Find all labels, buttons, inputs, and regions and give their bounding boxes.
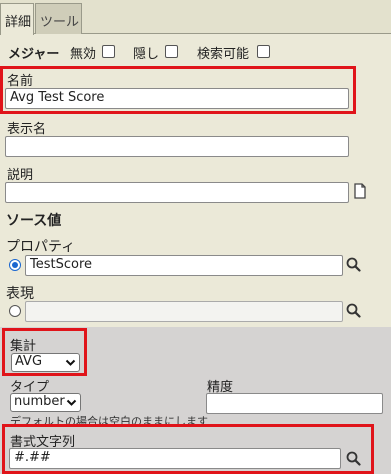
measure-label: メジャー	[8, 47, 60, 62]
expression-label: 表現	[6, 286, 34, 302]
aggregation-selected: AVG	[15, 354, 43, 369]
property-label: プロパティ	[6, 239, 76, 255]
hidden-label: 隠し	[133, 47, 160, 62]
disabled-checkbox[interactable]	[102, 45, 115, 58]
tab-tools[interactable]: ツール	[35, 3, 82, 34]
format-search-icon[interactable]	[346, 451, 361, 466]
expression-search-icon[interactable]	[346, 303, 361, 318]
precision-input[interactable]	[206, 393, 383, 414]
property-radio[interactable]	[9, 259, 21, 271]
property-search-icon[interactable]	[346, 257, 361, 272]
tab-details[interactable]: 詳細	[0, 3, 34, 35]
aggregation-label: 集計	[10, 339, 37, 354]
expression-input[interactable]	[25, 301, 343, 322]
disabled-label: 無効	[70, 47, 97, 62]
description-input[interactable]	[5, 182, 349, 203]
searchable-label: 検索可能	[197, 47, 250, 62]
display-name-input[interactable]	[5, 136, 349, 157]
display-name-label: 表示名	[7, 122, 47, 137]
aggregation-select[interactable]: AVG	[11, 353, 80, 372]
document-icon[interactable]	[353, 183, 367, 199]
format-string-input[interactable]: #.##	[9, 448, 341, 469]
source-value-heading: ソース値	[6, 213, 62, 229]
property-input[interactable]: TestScore	[25, 255, 343, 276]
searchable-checkbox[interactable]	[257, 45, 270, 58]
name-input[interactable]: Avg Test Score	[5, 88, 349, 109]
expression-radio[interactable]	[9, 305, 21, 317]
type-selected: number	[14, 394, 65, 409]
type-select[interactable]: number	[10, 393, 81, 412]
chevron-down-icon	[65, 359, 76, 366]
chevron-down-icon	[66, 399, 77, 406]
name-label: 名前	[7, 74, 34, 89]
description-label: 説明	[7, 168, 34, 183]
hidden-checkbox[interactable]	[165, 45, 178, 58]
